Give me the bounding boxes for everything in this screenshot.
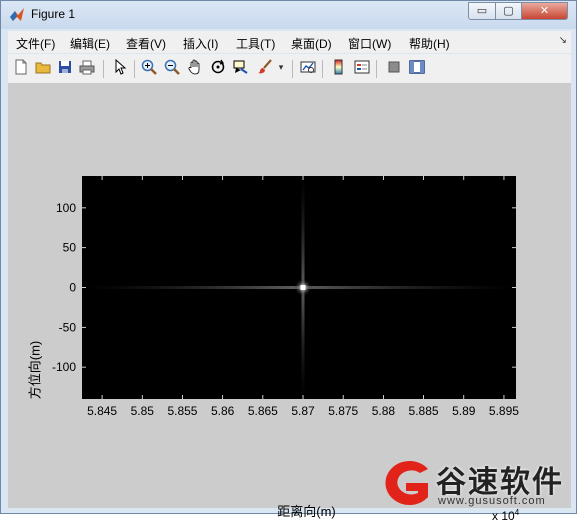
x-tick-label: 5.875 — [328, 404, 358, 418]
brush-dropdown-icon[interactable]: ▾ — [276, 59, 286, 77]
minimize-button[interactable]: ▭ — [468, 2, 496, 20]
menu-desktop[interactable]: 桌面(D) — [291, 35, 332, 52]
window-title: Figure 1 — [31, 7, 76, 21]
axes[interactable]: 100 50 0 -50 -100 5.845 5.85 5.855 5.86 5.865 5.8… — [8, 84, 571, 508]
save-icon[interactable] — [56, 59, 74, 77]
close-button[interactable]: ✕ — [521, 2, 568, 20]
gususoft-logo-icon — [385, 461, 428, 505]
zoom-out-icon[interactable] — [163, 59, 181, 77]
legend-icon[interactable] — [353, 59, 371, 77]
y-tick-label: 50 — [63, 241, 77, 255]
watermark-url: www.gususoft.com — [438, 495, 546, 507]
x-tick-label: 5.865 — [248, 404, 278, 418]
x-tick-label: 5.895 — [489, 404, 519, 418]
printer-icon[interactable] — [78, 59, 96, 77]
brush-icon[interactable] — [256, 59, 274, 77]
new-file-icon[interactable] — [12, 59, 30, 77]
target-peak — [300, 285, 306, 290]
show-tools-icon[interactable] — [408, 59, 426, 77]
menu-edit[interactable]: 编辑(E) — [70, 35, 110, 52]
y-tick-label: -50 — [59, 320, 77, 334]
matlab-logo-icon — [10, 8, 24, 21]
y-tick-label: -100 — [52, 360, 76, 374]
rotate-icon[interactable] — [209, 59, 227, 77]
link-plot-icon[interactable] — [299, 59, 317, 77]
arrow-pointer-icon[interactable] — [111, 58, 129, 77]
x-tick-label: 5.88 — [372, 404, 396, 418]
menu-view[interactable]: 查看(V) — [126, 35, 166, 52]
folder-open-icon[interactable] — [34, 59, 52, 77]
figure-toolbar: ▾ — [8, 54, 571, 84]
menu-file[interactable]: 文件(F) — [16, 35, 55, 52]
menu-insert[interactable]: 插入(I) — [183, 35, 218, 52]
toolbar-separator — [322, 60, 323, 78]
x-tick-label: 5.86 — [211, 404, 235, 418]
toolbar-separator — [376, 60, 377, 78]
colorbar-icon[interactable] — [330, 59, 348, 77]
x-tick-label: 5.845 — [87, 404, 117, 418]
menu-overflow-icon[interactable]: ↘ — [559, 35, 567, 46]
y-tick-label: 100 — [56, 201, 76, 215]
x-tick-label: 5.85 — [131, 404, 155, 418]
menu-help[interactable]: 帮助(H) — [409, 35, 450, 52]
menu-bar: 文件(F) 编辑(E) 查看(V) 插入(I) 工具(T) 桌面(D) 窗口(W… — [8, 31, 571, 53]
menu-window[interactable]: 窗口(W) — [348, 35, 391, 52]
zoom-in-icon[interactable] — [140, 59, 158, 77]
x-tick-label: 5.885 — [409, 404, 439, 418]
toolbar-separator — [103, 60, 104, 78]
y-axis-label: 方位向(m) — [27, 340, 43, 400]
data-cursor-icon[interactable] — [232, 59, 250, 77]
figure-window: Figure 1 ▭ ▢ ✕ 文件(F) 编辑(E) 查看(V) 插入(I) 工… — [0, 0, 577, 523]
hand-icon[interactable] — [186, 59, 204, 77]
hide-tools-icon[interactable] — [385, 59, 403, 77]
x-tick-label: 5.87 — [291, 404, 315, 418]
toolbar-separator — [134, 60, 135, 78]
x-tick-label: 5.855 — [167, 404, 197, 418]
watermark: 谷速软件 www.gususoft.com — [378, 455, 577, 514]
menu-tools[interactable]: 工具(T) — [236, 35, 275, 52]
title-bar[interactable]: Figure 1 ▭ ▢ ✕ — [1, 1, 576, 29]
maximize-button[interactable]: ▢ — [495, 2, 522, 20]
x-tick-label: 5.89 — [452, 404, 476, 418]
figure-canvas[interactable]: 100 50 0 -50 -100 5.845 5.85 5.855 5.86 5.865 5.8… — [8, 84, 571, 523]
y-tick-label: 0 — [69, 281, 76, 295]
toolbar-separator — [292, 60, 293, 78]
